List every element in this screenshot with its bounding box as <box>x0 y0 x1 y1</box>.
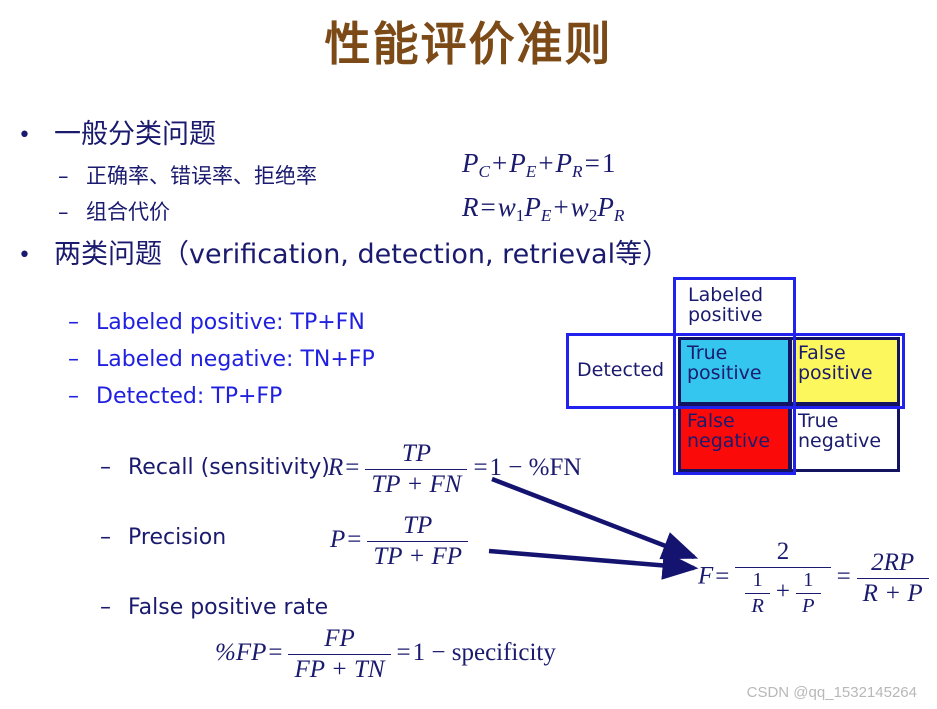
arrow-recall-to-fmeasure <box>491 476 699 560</box>
arrow-precision-to-fmeasure <box>488 548 699 580</box>
slide-canvas: 性能评价准则 • 一般分类问题 – 正确率、错误率、拒绝率 – 组合代价 PC+PE+… <box>0 0 937 709</box>
arrow-layer <box>488 476 699 580</box>
watermark: CSDN @qq_1532145264 <box>746 684 917 701</box>
